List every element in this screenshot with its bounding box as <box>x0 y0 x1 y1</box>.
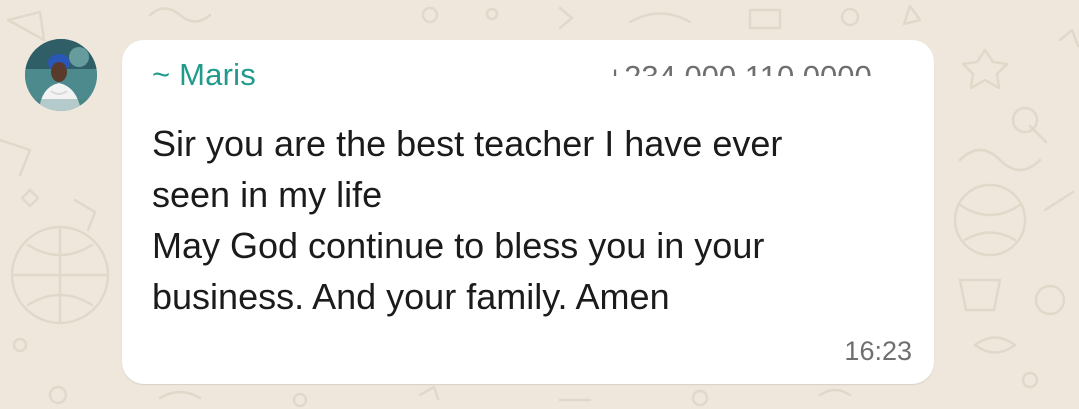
message-line: Sir you are the best teacher I have ever <box>152 123 783 164</box>
avatar[interactable] <box>25 39 97 111</box>
message-timestamp: 16:23 <box>844 336 912 366</box>
sender-name[interactable]: ~ Maris <box>152 57 256 93</box>
phone-redaction <box>606 76 896 95</box>
sender-phone: +234 000 110 0000 <box>606 59 896 95</box>
message-line: seen in my life <box>152 174 383 215</box>
message-text: Sir you are the best teacher I have ever… <box>152 118 912 322</box>
avatar-photo-icon <box>25 39 97 111</box>
message-bubble[interactable]: ~ Maris +234 000 110 0000 Sir you are th… <box>122 40 934 384</box>
message-line: business. And your family. Amen <box>152 276 670 317</box>
message-line: May God continue to bless you in your <box>152 225 765 266</box>
